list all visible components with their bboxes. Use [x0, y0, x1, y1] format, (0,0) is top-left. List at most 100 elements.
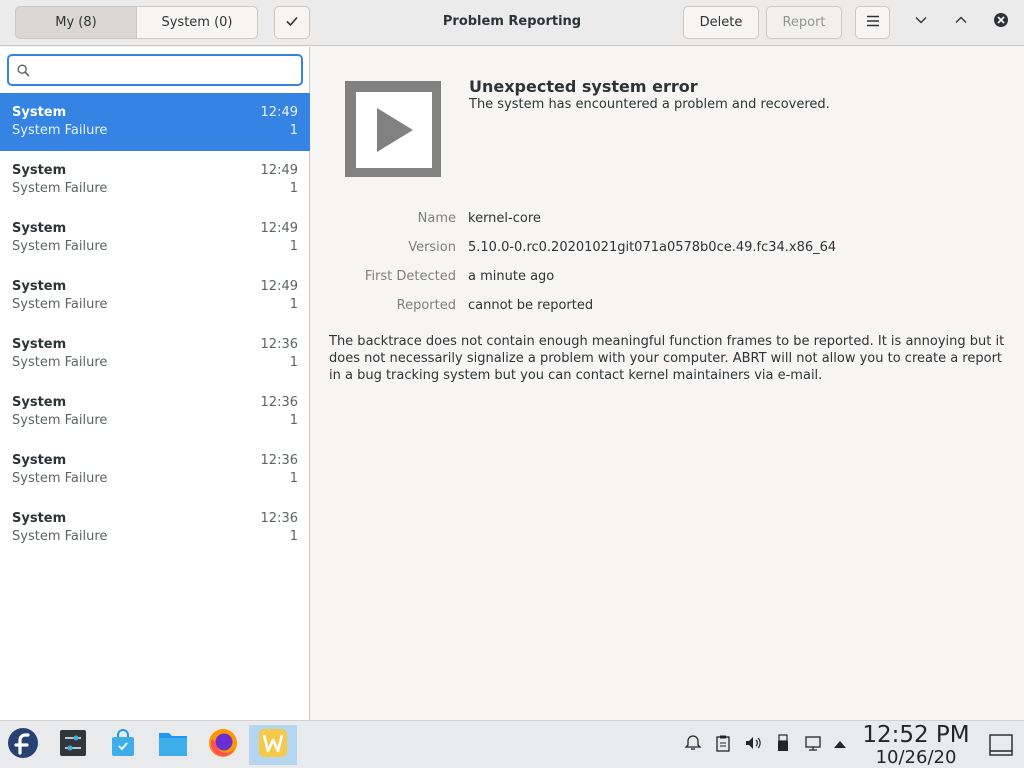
problem-type: System Failure — [12, 471, 108, 486]
fedora-launcher[interactable] — [3, 725, 43, 765]
files-launcher[interactable] — [153, 725, 193, 765]
list-item[interactable]: System System Failure 12:49 1 — [0, 151, 310, 209]
network-tray[interactable] — [803, 735, 823, 755]
speaker-icon — [744, 734, 762, 756]
tab-my-problems[interactable]: My (8) — [15, 6, 137, 39]
close-button[interactable] — [989, 10, 1013, 34]
delete-button[interactable]: Delete — [683, 6, 759, 39]
problem-time: 12:49 — [260, 163, 298, 178]
detail-value: a minute ago — [468, 269, 555, 284]
problem-time: 12:36 — [260, 337, 298, 352]
list-item[interactable]: System System Failure 12:49 1 — [0, 93, 310, 151]
problem-source: System — [12, 221, 67, 236]
problem-source: System — [12, 163, 67, 178]
problem-time: 12:36 — [260, 395, 298, 410]
store-launcher[interactable] — [103, 725, 143, 765]
problem-note: The backtrace does not contain enough me… — [329, 334, 1005, 383]
volume-tray[interactable] — [743, 735, 763, 755]
fedora-icon — [7, 727, 39, 763]
maximize-button[interactable] — [949, 10, 973, 34]
problem-time: 12:36 — [260, 453, 298, 468]
problem-count: 1 — [289, 471, 298, 486]
clock-time[interactable]: 12:52 PM — [858, 722, 974, 748]
problem-source: System — [12, 453, 67, 468]
problem-type: System Failure — [12, 181, 108, 196]
detail-row-name: Name kernel-core — [311, 211, 1024, 231]
clipboard-tray[interactable] — [713, 735, 733, 755]
problem-source: System — [12, 105, 67, 120]
problem-count: 1 — [289, 123, 298, 138]
detail-row-version: Version 5.10.0-0.rc0.20201021git071a0578… — [311, 240, 1024, 260]
problem-source: System — [12, 337, 67, 352]
detail-value: cannot be reported — [468, 298, 594, 313]
problem-type: System Failure — [12, 355, 108, 370]
problem-time: 12:49 — [260, 221, 298, 236]
close-icon — [993, 12, 1009, 32]
detail-key: Name — [417, 211, 456, 226]
problem-count: 1 — [289, 181, 298, 196]
problem-count: 1 — [289, 297, 298, 312]
chevron-up-icon — [954, 13, 968, 31]
problem-detail: Unexpected system error The system has e… — [311, 47, 1024, 720]
report-button[interactable]: Report — [766, 6, 842, 39]
clipboard-icon — [714, 734, 732, 756]
clock-date[interactable]: 10/26/20 — [858, 747, 974, 768]
list-item[interactable]: System System Failure 12:49 1 — [0, 209, 310, 267]
network-icon — [804, 734, 822, 756]
list-item[interactable]: System System Failure 12:36 1 — [0, 499, 310, 557]
list-item[interactable]: System System Failure 12:36 1 — [0, 325, 310, 383]
detail-key: Version — [408, 240, 456, 255]
problem-count: 1 — [289, 355, 298, 370]
problem-type: System Failure — [12, 413, 108, 428]
search-box[interactable] — [7, 54, 303, 86]
list-item[interactable]: System System Failure 12:36 1 — [0, 383, 310, 441]
hamburger-icon — [866, 15, 880, 31]
problem-count: 1 — [289, 529, 298, 544]
show-desktop-button[interactable] — [988, 733, 1014, 757]
problem-time: 12:36 — [260, 511, 298, 526]
triangle-up-icon — [833, 738, 847, 753]
problem-source: System — [12, 395, 67, 410]
store-icon — [109, 729, 137, 761]
problem-source: System — [12, 279, 67, 294]
problem-type: System Failure — [12, 297, 108, 312]
search-input[interactable] — [37, 61, 295, 81]
firefox-icon — [208, 728, 238, 762]
detail-row-reported: Reported cannot be reported — [311, 298, 1024, 318]
chevron-down-icon — [914, 13, 928, 31]
settings-icon — [59, 729, 87, 761]
application-executable-icon — [345, 81, 441, 177]
usb-tray[interactable] — [773, 734, 793, 756]
show-desktop-icon — [988, 734, 1014, 761]
detail-row-first-detected: First Detected a minute ago — [311, 269, 1024, 289]
window-title: Problem Reporting — [442, 14, 582, 29]
menu-button[interactable] — [855, 6, 890, 39]
tray-expander[interactable] — [830, 735, 850, 755]
search-icon — [17, 64, 30, 81]
list-item[interactable]: System System Failure 12:36 1 — [0, 441, 310, 499]
problem-count: 1 — [289, 239, 298, 254]
tab-system-problems[interactable]: System (0) — [136, 6, 258, 39]
header-bar: My (8) System (0) Problem Reporting Dele… — [0, 0, 1024, 46]
bell-icon — [684, 734, 702, 756]
abrt-icon — [258, 728, 288, 762]
notifications-tray[interactable] — [683, 735, 703, 755]
firefox-launcher[interactable] — [203, 725, 243, 765]
select-mode-button[interactable] — [274, 6, 310, 39]
detail-key: Reported — [396, 298, 456, 313]
files-icon — [158, 729, 188, 761]
usb-drive-icon — [774, 734, 792, 756]
problem-source: System — [12, 511, 67, 526]
list-item[interactable]: System System Failure 12:49 1 — [0, 267, 310, 325]
problem-sidebar: System System Failure 12:49 1 System Sys… — [0, 47, 310, 720]
problem-type: System Failure — [12, 239, 108, 254]
checkmark-icon — [285, 14, 299, 32]
detail-value: 5.10.0-0.rc0.20201021git071a0578b0ce.49.… — [468, 240, 837, 255]
problem-time: 12:49 — [260, 279, 298, 294]
minimize-button[interactable] — [909, 10, 933, 34]
problem-subtitle: The system has encountered a problem and… — [469, 97, 830, 112]
settings-launcher[interactable] — [53, 725, 93, 765]
problem-type: System Failure — [12, 123, 108, 138]
abrt-launcher[interactable] — [249, 725, 297, 765]
detail-value: kernel-core — [468, 211, 541, 226]
